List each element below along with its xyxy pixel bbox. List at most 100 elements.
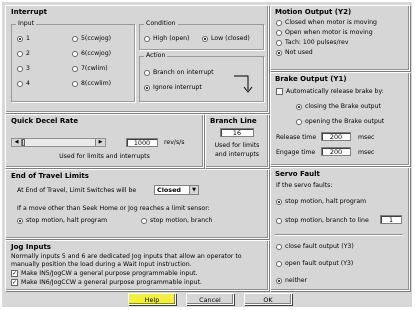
input-radio-2[interactable]: 2 — [17, 50, 30, 57]
radio-dot — [17, 35, 23, 42]
input-1-label: 1 — [26, 35, 30, 42]
scroll-right-icon[interactable]: ▶ — [95, 139, 105, 146]
brake-opening-radio[interactable]: opening the Brake output — [296, 118, 384, 125]
radio-dot — [296, 103, 302, 110]
input-3-label: 3 — [26, 65, 30, 72]
ok-button[interactable]: OK — [244, 293, 292, 305]
input-radio-8[interactable]: 8(ccwlim) — [72, 80, 111, 87]
jog-cw-label: Make IN5/JogCW a general purpose program… — [21, 270, 198, 277]
jog-ccw-label: Make IN6/JogCCW a general purpose progra… — [21, 279, 202, 286]
checkbox-box — [276, 88, 283, 95]
travel-move-text: If a move other than Seek Home or Jog re… — [17, 205, 210, 212]
servo-stop-halt-radio[interactable]: stop motion, halt program — [276, 198, 366, 205]
condition-low-label: Low (closed) — [211, 35, 250, 42]
servo-stop-branch-radio[interactable]: stop motion, branch to line — [276, 217, 369, 224]
radio-dot — [144, 35, 150, 42]
release-time-label: Release time — [276, 134, 317, 141]
open-fault-radio[interactable]: open fault output (Y3) — [276, 260, 353, 267]
motion-output-panel: Motion Output (Y2) Closed when motor is … — [270, 5, 410, 71]
jog-cw-checkbox[interactable]: ✓ Make IN5/JogCW a general purpose progra… — [11, 270, 198, 277]
input-radio-1[interactable]: 1 — [17, 35, 30, 42]
motion-closed-radio[interactable]: Closed when motor is moving — [276, 19, 377, 26]
decel-title: Quick Decel Rate — [11, 117, 79, 125]
radio-dot — [72, 35, 78, 42]
brake-output-title: Brake Output (Y1) — [275, 75, 347, 83]
travel-stop-branch-label: stop motion, branch — [150, 217, 213, 224]
brake-closing-radio[interactable]: closing the Brake output — [296, 103, 381, 110]
jog-desc-2: manually position the load during a Wait… — [11, 261, 192, 268]
input-5-label: 5(ccwjog) — [81, 35, 112, 42]
motion-open-radio[interactable]: Open when motor is moving — [276, 29, 373, 36]
input-radio-5[interactable]: 5(ccwjog) — [72, 35, 111, 42]
travel-limits-panel: End of Travel Limits At End of Travel, L… — [5, 169, 269, 239]
input-7-label: 7(cwlim) — [81, 65, 108, 72]
action-branch-label: Branch on interrupt — [153, 69, 214, 76]
condition-group-label: Condition — [144, 20, 178, 27]
open-fault-label: open fault output (Y3) — [285, 260, 354, 267]
input-radio-3[interactable]: 3 — [17, 65, 30, 72]
jog-ccw-checkbox[interactable]: ✓ Make IN6/JogCCW a general purpose progr… — [11, 279, 202, 286]
close-fault-radio[interactable]: close fault output (Y3) — [276, 243, 354, 250]
cancel-button[interactable]: Cancel — [186, 293, 234, 305]
brake-output-panel: Brake Output (Y1) Automatically release … — [270, 72, 410, 166]
scroll-thumb[interactable] — [22, 139, 25, 146]
radio-dot — [72, 65, 78, 72]
input-group: Input 1 2 3 4 5(ccwjog) 6(ccwjog) 7(cwli… — [11, 20, 135, 102]
action-group-label: Action — [144, 52, 168, 59]
jog-inputs-panel: Jog Inputs Normally inputs 5 and 6 are d… — [5, 240, 269, 291]
engage-time-label: Engage time — [276, 149, 316, 156]
input-group-label: Input — [16, 20, 37, 27]
branch-line-input[interactable]: 16 — [220, 128, 254, 137]
check-icon: ✓ — [11, 279, 18, 286]
radio-dot — [17, 50, 23, 57]
decel-rate-input[interactable]: 1000 — [126, 138, 158, 147]
action-ignore-radio[interactable]: Ignore interrupt — [144, 84, 202, 91]
radio-dot — [144, 84, 150, 91]
decel-unit: rev/s/s — [164, 139, 185, 146]
radio-dot — [17, 65, 23, 72]
motion-output-title: Motion Output (Y2) — [275, 8, 352, 16]
motion-tach-radio[interactable]: Tach: 100 pulses/rev — [276, 39, 348, 46]
radio-dot — [72, 80, 78, 87]
decel-note: Used for limits and interrupts — [59, 153, 150, 160]
brake-auto-label: Automatically release brake by: — [286, 88, 384, 95]
radio-dot — [202, 35, 208, 42]
branch-line-note-2: and interrupts — [215, 151, 259, 158]
help-button[interactable]: Help — [128, 293, 176, 305]
radio-dot — [141, 217, 147, 224]
travel-stop-halt-label: stop motion, halt program — [26, 217, 108, 224]
engage-time-input[interactable]: 200 — [321, 147, 351, 156]
interrupt-panel: Interrupt Input 1 2 3 4 5(ccwjog) 6(ccwj… — [5, 5, 269, 113]
servo-branch-line-input[interactable]: 1 — [380, 215, 402, 224]
motion-not-used-radio[interactable]: Not used — [276, 49, 313, 56]
branch-arrow-icon — [234, 75, 253, 93]
branch-line-panel: Branch Line 16 Used for limits and inter… — [205, 114, 269, 168]
travel-stop-halt-radio[interactable]: stop motion, halt program — [17, 217, 107, 224]
neither-radio[interactable]: neither — [276, 277, 307, 284]
release-time-input[interactable]: 200 — [321, 132, 351, 141]
travel-limits-text: At End of Travel, Limit Switches will be — [17, 187, 137, 194]
brake-auto-checkbox[interactable]: Automatically release brake by: — [276, 88, 384, 95]
interrupt-title: Interrupt — [11, 8, 47, 16]
input-radio-6[interactable]: 6(ccwjog) — [72, 50, 111, 57]
decel-panel: Quick Decel Rate ◀ ▶ 1000 rev/s/s Used f… — [5, 114, 204, 168]
radio-dot — [72, 50, 78, 57]
servo-stop-halt-label: stop motion, halt program — [285, 198, 367, 205]
input-6-label: 6(ccwjog) — [81, 50, 112, 57]
travel-stop-branch-radio[interactable]: stop motion, branch — [141, 217, 212, 224]
radio-dot — [276, 277, 282, 284]
chevron-down-icon[interactable]: ▼ — [189, 186, 198, 194]
neither-label: neither — [285, 277, 308, 284]
input-radio-4[interactable]: 4 — [17, 80, 30, 87]
check-icon: ✓ — [11, 270, 18, 277]
condition-high-radio[interactable]: High (open) — [144, 35, 189, 42]
motion-not-used-label: Not used — [285, 49, 313, 56]
limit-switch-select[interactable]: Closed ▼ — [154, 185, 199, 195]
decel-scrollbar[interactable]: ◀ ▶ — [11, 138, 106, 147]
travel-limits-title: End of Travel Limits — [11, 172, 89, 180]
brake-closing-label: closing the Brake output — [305, 103, 381, 110]
action-branch-radio[interactable]: Branch on interrupt — [144, 69, 214, 76]
condition-low-radio[interactable]: Low (closed) — [202, 35, 250, 42]
input-radio-7[interactable]: 7(cwlim) — [72, 65, 108, 72]
scroll-left-icon[interactable]: ◀ — [12, 139, 22, 146]
